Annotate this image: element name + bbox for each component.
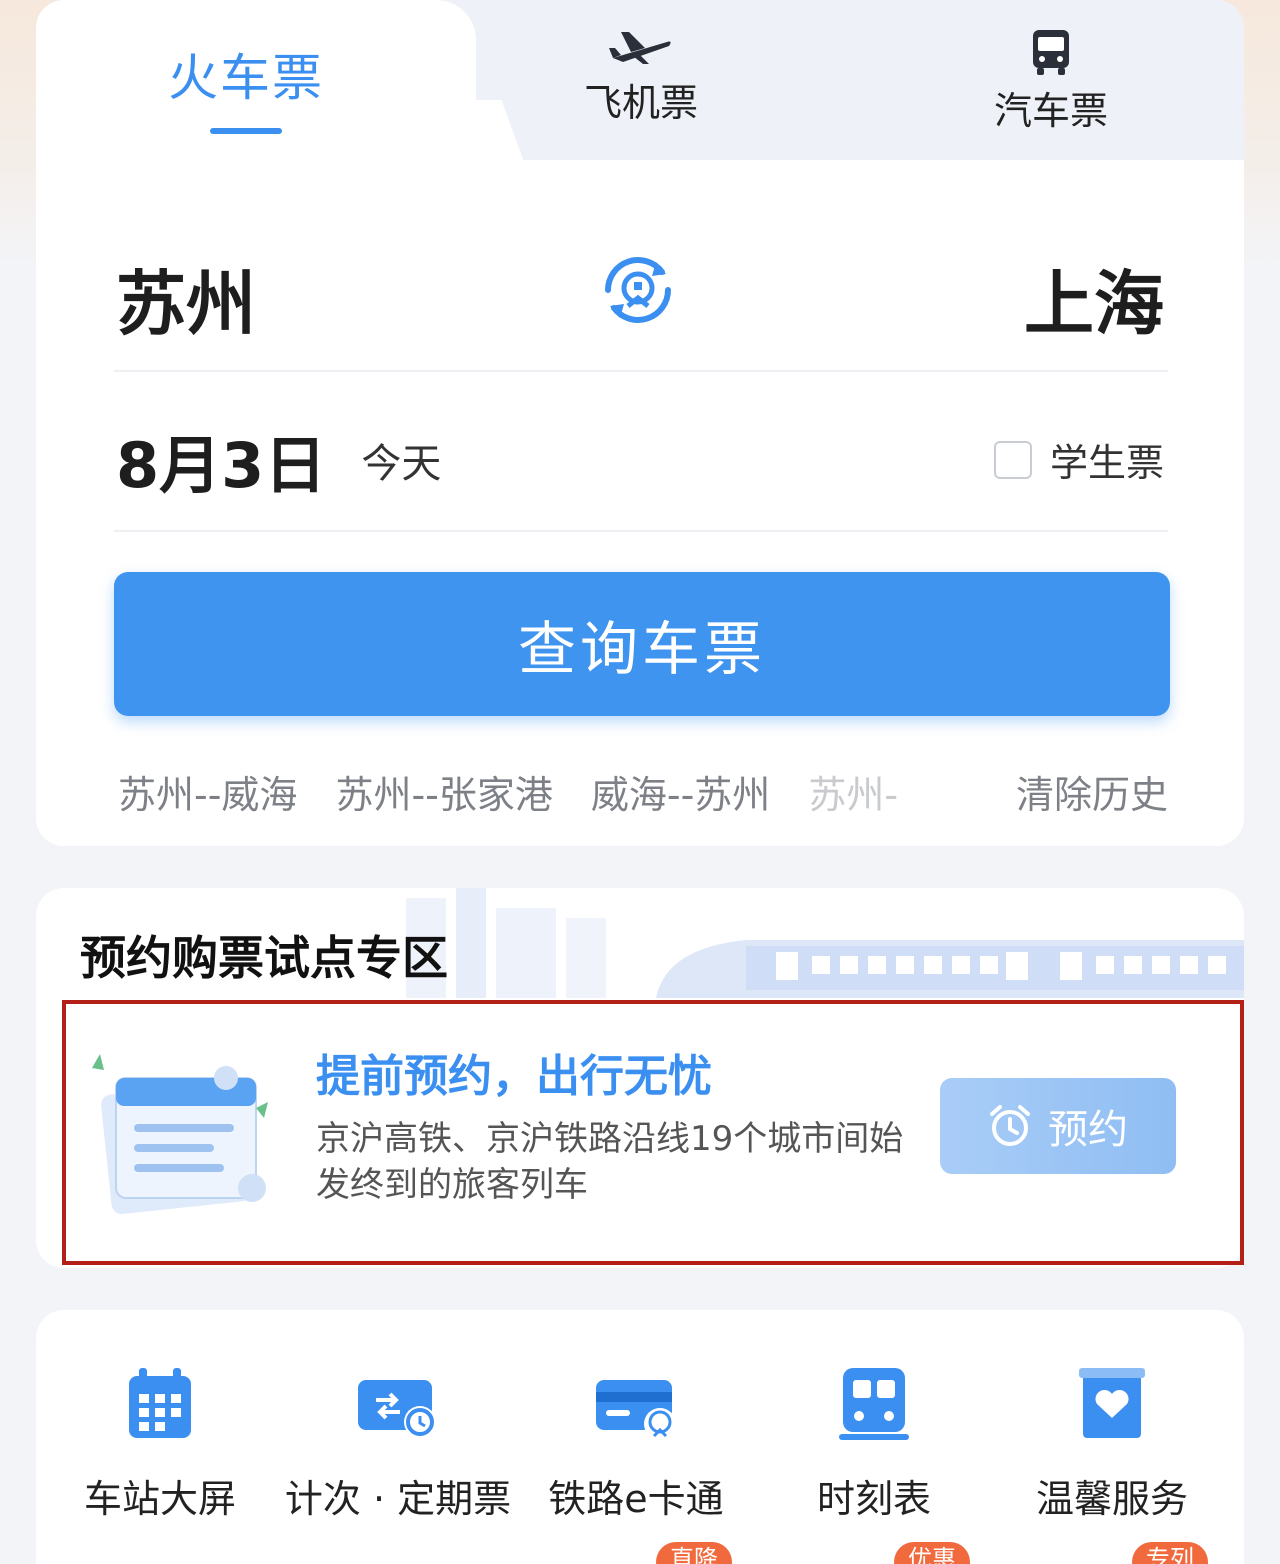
reservation-section: 预约购票试点专区 提前预约，出行无忧 京沪高铁、京沪铁路沿线19个城市间始发终到… — [36, 888, 1244, 1268]
departure-city[interactable]: 苏州 — [116, 248, 256, 349]
service-label: 车站大屏 — [83, 1477, 236, 1521]
arrival-city[interactable]: 上海 — [1024, 248, 1164, 349]
history-item[interactable]: 苏州--威海 — [118, 764, 297, 819]
service-rail-ecard[interactable]: 铁路e卡通 — [516, 1366, 756, 1523]
service-label: 时刻表 — [816, 1477, 931, 1521]
student-checkbox[interactable] — [993, 440, 1032, 479]
divider — [114, 370, 1168, 372]
heart-box-icon — [1079, 1368, 1145, 1438]
ticket-card-icon — [358, 1380, 436, 1438]
service-count-pass[interactable]: 计次 · 定期票 — [278, 1366, 518, 1523]
date-value: 8月3日 — [116, 429, 327, 502]
service-label: 计次 · 定期票 — [284, 1477, 512, 1521]
airplane-icon — [609, 32, 671, 64]
service-care[interactable]: 温馨服务 — [992, 1366, 1232, 1523]
date-weekday: 今天 — [361, 441, 442, 487]
tab-train-ticket[interactable]: 火车票 — [146, 38, 346, 134]
train-front-icon — [839, 1368, 909, 1440]
history-item[interactable]: 威海--苏州 — [591, 764, 770, 819]
reserve-button[interactable]: 预约 — [940, 1078, 1176, 1174]
tab-bus-label: 汽车票 — [993, 89, 1108, 133]
active-tab-indicator — [210, 128, 282, 134]
service-station-screen[interactable]: 车站大屏 — [40, 1366, 280, 1523]
history-item[interactable]: 苏州- — [808, 764, 898, 819]
service-label: 温馨服务 — [1035, 1477, 1188, 1521]
reservation-description: 京沪高铁、京沪铁路沿线19个城市间始发终到的旅客列车 — [316, 1119, 904, 1205]
clear-history-button[interactable]: 清除历史 — [985, 764, 1168, 819]
alarm-clock-icon — [990, 1105, 1030, 1146]
search-form: 苏州 上海 8月3日 今天 学生票 查询车票 苏州--威海 苏州--张家港 威海… — [36, 160, 1244, 846]
bus-icon — [1033, 30, 1069, 75]
promo-badge: 专列 — [1132, 1542, 1208, 1564]
tab-plane-ticket[interactable]: 飞机票 — [576, 28, 706, 127]
reservation-headline: 提前预约，出行无忧 — [316, 1051, 712, 1102]
divider — [114, 530, 1168, 532]
tab-train-label: 火车票 — [168, 49, 324, 107]
ticket-search-card: 火车票 飞机票 汽车票 苏州 上海 8月3日 今天 学生票 查询车票 苏州--威… — [36, 0, 1244, 846]
swap-cities-button[interactable] — [596, 248, 680, 332]
tab-bus-ticket[interactable]: 汽车票 — [986, 28, 1116, 135]
student-ticket-toggle[interactable]: 学生票 — [993, 432, 1164, 487]
reserve-button-label: 预约 — [1048, 1107, 1128, 1153]
calendar-ticket-illustration — [92, 1054, 268, 1214]
service-timetable[interactable]: 时刻表 — [754, 1366, 994, 1523]
rail-card-icon — [596, 1380, 676, 1440]
promo-badge: 优惠 — [894, 1542, 970, 1564]
search-history: 苏州--威海 苏州--张家港 威海--苏州 苏州- 清除历史 — [118, 764, 1168, 819]
search-tickets-button[interactable]: 查询车票 — [114, 572, 1170, 716]
history-item[interactable]: 苏州--张家港 — [335, 764, 552, 819]
tab-plane-label: 飞机票 — [583, 81, 698, 125]
calendar-icon — [129, 1368, 191, 1438]
services-grid: 车站大屏 计次 · 定期票 铁路e卡通 时刻表 温馨服务 — [36, 1310, 1244, 1564]
service-label: 铁路e卡通 — [548, 1477, 724, 1521]
promo-badge: 直降 — [656, 1542, 732, 1564]
student-ticket-label: 学生票 — [1049, 441, 1164, 485]
train-skyline-illustration — [406, 888, 1244, 998]
section-title: 预约购票试点专区 — [80, 931, 448, 985]
railway-swap-icon — [605, 257, 671, 323]
departure-date[interactable]: 8月3日 今天 — [116, 415, 441, 505]
